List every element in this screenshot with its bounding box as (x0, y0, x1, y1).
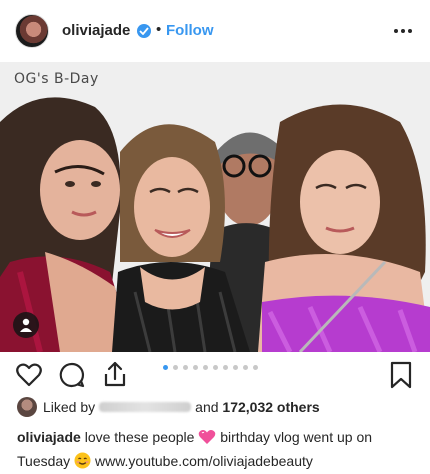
carousel-dot (213, 365, 218, 370)
blurred-username (99, 402, 192, 412)
photo-text: OG's B-Day (14, 71, 99, 87)
bookmark-icon[interactable] (390, 361, 412, 394)
carousel-dot (243, 365, 248, 370)
carousel-dot (193, 365, 198, 370)
carousel-dot (173, 365, 178, 370)
carousel-dot (233, 365, 238, 370)
share-icon[interactable] (102, 360, 128, 393)
username-link[interactable]: oliviajade (62, 22, 130, 39)
verified-badge-icon (137, 24, 151, 38)
caption-text-1: love these people (84, 429, 195, 445)
comment-icon[interactable] (59, 362, 85, 393)
pink-heart-emoji-icon (198, 429, 216, 451)
post-caption: oliviajade love these people birthday vl… (17, 427, 421, 474)
likes-count-link[interactable]: 172,032 others (222, 399, 319, 415)
photo-illustration (0, 62, 430, 352)
carousel-dot (203, 365, 208, 370)
heart-icon[interactable] (16, 363, 42, 392)
follow-button[interactable]: Follow (166, 22, 214, 39)
likes-joiner: and (195, 399, 219, 415)
action-bar (0, 358, 430, 394)
liked-by-label: Liked by (43, 399, 96, 415)
separator-dot: • (156, 21, 162, 38)
post-photo[interactable]: OG's B-Day (0, 62, 430, 352)
carousel-dot (223, 365, 228, 370)
post-header: oliviajade • Follow (0, 0, 430, 62)
smiling-emoji-icon (74, 452, 91, 474)
liker-avatar[interactable] (17, 397, 37, 417)
carousel-dot (183, 365, 188, 370)
user-tag-icon[interactable] (13, 312, 39, 338)
avatar[interactable] (15, 14, 49, 48)
likes-line: Liked by and 172,032 others (17, 396, 320, 418)
more-options-icon[interactable] (394, 29, 412, 33)
caption-username[interactable]: oliviajade (17, 429, 81, 445)
carousel-indicator (163, 365, 258, 370)
carousel-dot (163, 365, 168, 370)
caption-link[interactable]: www.youtube.com/oliviajadebeauty (95, 453, 313, 469)
carousel-dot (253, 365, 258, 370)
